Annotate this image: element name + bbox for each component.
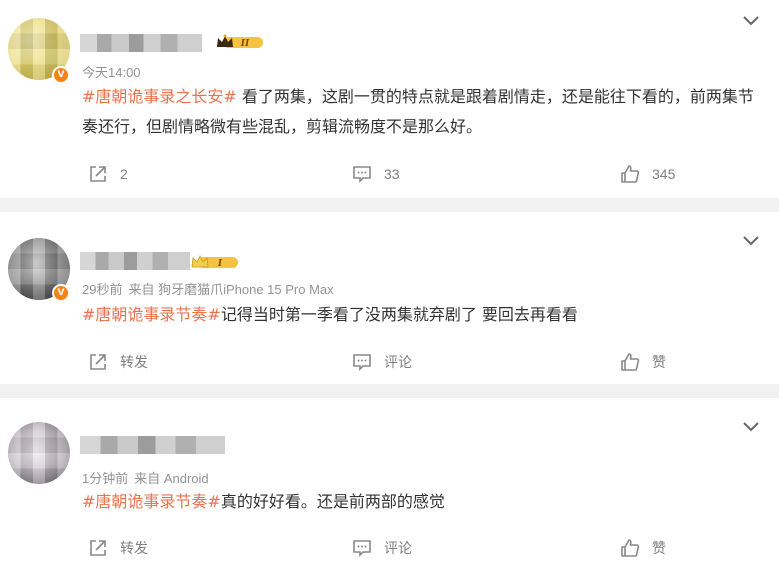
- post-meta: 29秒前 来自 狗牙磨猫爪iPhone 15 Pro Max: [82, 279, 334, 298]
- level-text: II: [240, 39, 250, 49]
- share-button[interactable]: 2: [88, 164, 128, 184]
- share-button[interactable]: 转发: [88, 352, 148, 372]
- like-label: 赞: [652, 540, 666, 556]
- topic-link[interactable]: #唐朝诡事录之长安#: [82, 87, 237, 106]
- post-text: #唐朝诡事录节奏#真的好好看。还是前两部的感觉: [82, 487, 762, 517]
- comment-count: 33: [384, 166, 400, 182]
- like-icon: [621, 165, 640, 183]
- share-count: 2: [120, 166, 128, 182]
- post-body: 真的好好看。还是前两部的感觉: [220, 492, 445, 511]
- comment-button[interactable]: 33: [352, 164, 400, 184]
- username-blurred[interactable]: [80, 34, 202, 52]
- share-button[interactable]: 转发: [88, 538, 148, 558]
- weibo-comment-card: V I 29秒前 来自 狗牙磨猫爪iPhone 15 Pro Max #唐朝诡事录…: [0, 212, 779, 384]
- share-icon: [90, 354, 106, 370]
- level-text: I: [217, 259, 223, 269]
- verified-badge: V: [52, 66, 70, 84]
- vip-crown-badge-icon: II: [217, 34, 263, 49]
- post-time[interactable]: 29秒前: [82, 282, 122, 297]
- username-blurred[interactable]: [80, 252, 190, 270]
- like-button[interactable]: 赞: [620, 538, 666, 558]
- share-icon: [90, 540, 106, 556]
- post-time[interactable]: 1分钟前: [82, 471, 128, 486]
- comment-label: 评论: [384, 354, 412, 370]
- comment-icon: [353, 540, 371, 557]
- share-label: 转发: [120, 540, 148, 556]
- post-time[interactable]: 今天14:00: [82, 65, 141, 80]
- vip-crown-badge-icon: I: [191, 255, 238, 269]
- post-meta: 1分钟前 来自 Android: [82, 468, 209, 487]
- comment-button[interactable]: 评论: [352, 352, 412, 372]
- post-meta: 今天14:00: [82, 62, 141, 81]
- comment-icon: [353, 354, 371, 371]
- like-label: 赞: [652, 354, 666, 370]
- topic-link[interactable]: #唐朝诡事录节奏#: [82, 492, 221, 511]
- comment-icon: [353, 166, 371, 183]
- like-count: 345: [652, 166, 676, 182]
- comment-label: 评论: [384, 540, 412, 556]
- verified-badge: V: [52, 284, 70, 302]
- chevron-down-icon[interactable]: [741, 14, 761, 28]
- post-text: #唐朝诡事录之长安# 看了两集，这剧一贯的特点就是跟着剧情走，还是能往下看的，前…: [82, 82, 762, 142]
- username-blurred[interactable]: [80, 436, 225, 454]
- post-text: #唐朝诡事录节奏#记得当时第一季看了没两集就弃剧了 要回去再看看: [82, 300, 762, 330]
- share-label: 转发: [120, 354, 148, 370]
- like-button[interactable]: 赞: [620, 352, 666, 372]
- like-button[interactable]: 345: [620, 164, 675, 184]
- avatar[interactable]: [8, 422, 70, 484]
- post-source: 来自 Android: [134, 471, 209, 486]
- share-icon: [90, 166, 106, 182]
- weibo-comment-card: V II 今天14:00 #唐朝诡事录之长安# 看了两集，这剧一贯的特点就是跟着…: [0, 0, 779, 198]
- like-icon: [621, 539, 640, 557]
- weibo-comment-card: 1分钟前 来自 Android #唐朝诡事录节奏#真的好好看。还是前两部的感觉 转…: [0, 398, 779, 561]
- chevron-down-icon[interactable]: [741, 420, 761, 434]
- comment-button[interactable]: 评论: [352, 538, 412, 558]
- topic-link[interactable]: #唐朝诡事录节奏#: [82, 305, 221, 324]
- like-icon: [621, 353, 640, 371]
- post-body: 记得当时第一季看了没两集就弃剧了 要回去再看看: [220, 305, 578, 324]
- post-source: 来自 狗牙磨猫爪iPhone 15 Pro Max: [128, 282, 334, 297]
- chevron-down-icon[interactable]: [741, 234, 761, 248]
